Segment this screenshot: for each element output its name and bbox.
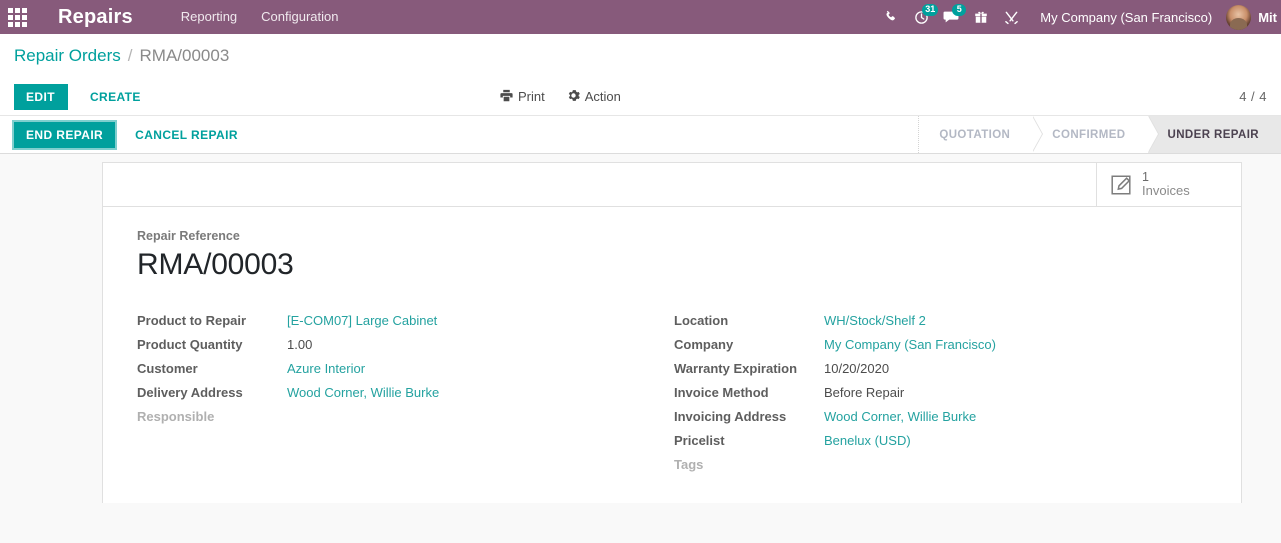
gear-icon [567,89,580,105]
breadcrumb-root-link[interactable]: Repair Orders [14,46,121,66]
field-row-customer: Customer Azure Interior [137,357,672,381]
end-repair-button[interactable]: END REPAIR [12,119,118,150]
value-invoicing-address[interactable]: Wood Corner, Willie Burke [824,405,976,429]
invoices-stat-text: 1 Invoices [1142,170,1190,199]
printer-icon [500,89,513,105]
label-location: Location [674,313,729,328]
invoice-pencil-icon [1109,173,1133,197]
value-location[interactable]: WH/Stock/Shelf 2 [824,309,926,333]
label-warranty-expiration: Warranty Expiration [674,361,798,376]
action-label: Action [584,89,621,104]
app-brand-title[interactable]: Repairs [34,6,151,29]
left-field-group: Product to Repair [E-COM07] Large Cabine… [137,309,672,477]
activity-clock-icon[interactable]: 31 [906,0,939,34]
sheet-body: Repair Reference RMA/00003 Product to Re… [103,207,1241,477]
status-stage-bar: QUOTATION CONFIRMED UNDER REPAIR [918,116,1281,153]
page-title: RMA/00003 [137,248,294,281]
systray: 31 5 My Company (San Francisco) Mit [876,0,1281,34]
label-invoicing-address: Invoicing Address [674,409,787,424]
field-row-invoice-method: Invoice Method Before Repair [674,381,1207,405]
top-navbar: Repairs Reporting Configuration 31 5 My … [0,0,1281,34]
breadcrumb: Repair Orders / RMA/00003 [0,34,1281,78]
field-row-responsible: Responsible [137,405,672,429]
value-invoice-method: Before Repair [824,385,905,400]
control-panel: EDIT CREATE Print Action 4 / 4 [0,78,1281,115]
value-pricelist[interactable]: Benelux (USD) [824,429,911,453]
repair-reference-label: Repair Reference [137,229,240,243]
main-menu: Reporting Configuration [169,0,351,34]
label-product-to-repair: Product to Repair [137,313,247,328]
value-product-to-repair[interactable]: [E-COM07] Large Cabinet [287,309,437,333]
field-row-company: Company My Company (San Francisco) [674,333,1207,357]
label-customer: Customer [137,361,198,376]
breadcrumb-current: RMA/00003 [139,45,230,65]
value-product-quantity: 1.00 [287,337,313,352]
value-warranty-expiration: 10/20/2020 [824,361,890,376]
label-delivery-address: Delivery Address [137,385,243,400]
label-product-quantity: Product Quantity [137,337,243,352]
field-row-location: Location WH/Stock/Shelf 2 [674,309,1207,333]
print-label: Print [518,89,545,104]
create-button[interactable]: CREATE [78,84,153,110]
stage-under-repair[interactable]: UNDER REPAIR [1147,116,1281,153]
statusbar-row: END REPAIR CANCEL REPAIR QUOTATION CONFI… [0,115,1281,154]
label-company: Company [674,337,734,352]
company-switcher[interactable]: My Company (San Francisco) [1026,10,1226,25]
field-row-warranty-expiration: Warranty Expiration 10/20/2020 [674,357,1207,381]
field-row-product-quantity: Product Quantity 1.00 [137,333,672,357]
field-groups: Product to Repair [E-COM07] Large Cabine… [137,309,1207,477]
stage-quotation[interactable]: QUOTATION [919,116,1044,153]
field-row-product-to-repair: Product to Repair [E-COM07] Large Cabine… [137,309,672,333]
user-name-label: Mit [1258,9,1277,25]
form-sheet-area: 1 Invoices Repair Reference RMA/00003 Pr… [0,154,1281,503]
value-company[interactable]: My Company (San Francisco) [824,333,996,357]
messages-icon[interactable]: 5 [936,0,967,34]
value-delivery-address[interactable]: Wood Corner, Willie Burke [287,381,439,405]
action-menu[interactable]: Action [567,89,621,105]
user-menu[interactable]: Mit [1226,4,1281,30]
label-responsible: Responsible [137,409,215,424]
menu-item-configuration[interactable]: Configuration [249,0,350,34]
stage-confirmed[interactable]: CONFIRMED [1032,116,1159,153]
field-row-invoicing-address: Invoicing Address Wood Corner, Willie Bu… [674,405,1207,429]
record-pager[interactable]: 4 / 4 [1239,89,1267,104]
breadcrumb-separator: / [127,45,133,65]
value-customer[interactable]: Azure Interior [287,357,365,381]
control-panel-actions: Print Action [500,89,621,105]
gift-icon[interactable] [966,0,996,34]
apps-grid-icon[interactable] [0,0,34,34]
label-invoice-method: Invoice Method [674,385,769,400]
print-menu[interactable]: Print [500,89,545,105]
right-field-group: Location WH/Stock/Shelf 2 Company My Com… [672,309,1207,477]
stat-button-box: 1 Invoices [103,163,1241,207]
cancel-repair-button[interactable]: CANCEL REPAIR [125,122,248,148]
tools-icon[interactable] [996,0,1026,34]
invoices-stat-button[interactable]: 1 Invoices [1096,163,1241,206]
field-row-pricelist: Pricelist Benelux (USD) [674,429,1207,453]
edit-button[interactable]: EDIT [14,83,68,110]
label-pricelist: Pricelist [674,433,725,448]
field-row-delivery-address: Delivery Address Wood Corner, Willie Bur… [137,381,672,405]
label-tags: Tags [674,457,704,472]
form-sheet: 1 Invoices Repair Reference RMA/00003 Pr… [102,162,1242,503]
avatar [1226,4,1252,30]
messages-count-badge: 5 [952,4,967,16]
phone-icon[interactable] [876,0,906,34]
menu-item-reporting[interactable]: Reporting [169,0,249,34]
invoices-label: Invoices [1142,183,1190,199]
field-row-tags: Tags [674,453,1207,477]
invoices-count: 1 [1142,169,1149,184]
